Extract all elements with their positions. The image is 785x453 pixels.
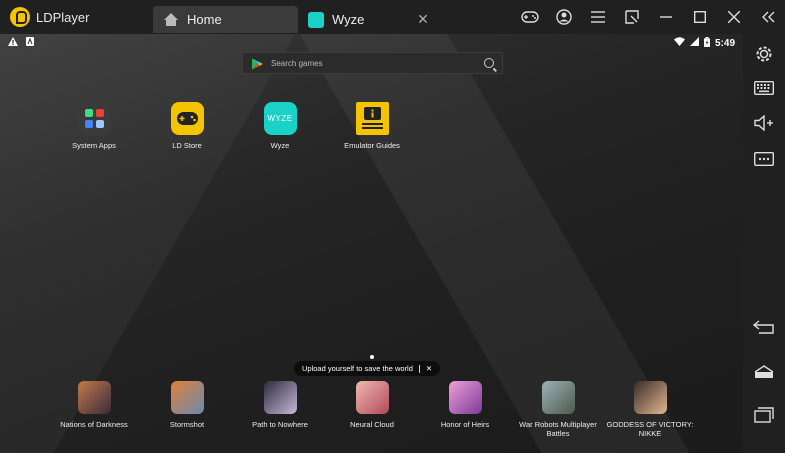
wifi-icon [673, 37, 685, 49]
search-input[interactable]: Search games [271, 59, 484, 68]
window-controls [513, 0, 785, 34]
google-play-icon [251, 57, 263, 70]
game-label: Stormshot [169, 420, 205, 429]
recents-icon[interactable] [751, 402, 777, 428]
close-icon[interactable] [717, 0, 751, 34]
right-sidebar [743, 34, 785, 453]
collapse-sidebar-icon[interactable] [751, 0, 785, 34]
search-icon[interactable] [484, 58, 494, 68]
game-path-to-nowhere[interactable]: Path to Nowhere [235, 381, 325, 429]
wyze-icon [308, 11, 324, 28]
emulator-guides-icon [355, 102, 389, 135]
app-label: System Apps [72, 141, 116, 150]
notification-icon [26, 37, 34, 49]
toast-close-icon[interactable]: ✕ [426, 364, 432, 373]
game-honor-of-heirs[interactable]: Honor of Heirs [420, 381, 510, 429]
ldplayer-window: LDPlayer Home Wyze ✕ 5:49 Search games S… [0, 0, 785, 453]
promo-toast[interactable]: Upload yourself to save the world ✕ [294, 361, 441, 376]
game-label: Path to Nowhere [252, 420, 308, 429]
game-neural-cloud[interactable]: Neural Cloud [327, 381, 417, 429]
tab-home[interactable]: Home [153, 6, 298, 33]
game-stormshot[interactable]: Stormshot [142, 381, 232, 429]
signal-icon [689, 37, 699, 49]
toast-divider [418, 364, 420, 373]
status-bar: 5:49 [0, 34, 743, 52]
game-icon [448, 381, 482, 414]
game-label: War Robots Multiplayer Battles [519, 420, 597, 438]
game-icon [170, 381, 204, 414]
tab-wyze[interactable]: Wyze ✕ [298, 6, 440, 33]
warning-icon [8, 37, 18, 49]
game-goddess-of-victory-nikke[interactable]: GODDESS OF VICTORY: NIKKE [605, 381, 695, 438]
back-icon[interactable] [751, 314, 777, 340]
game-nations-of-darkness[interactable]: Nations of Darkness [49, 381, 139, 429]
game-label: GODDESS OF VICTORY: NIKKE [606, 420, 694, 438]
maximize-icon[interactable] [683, 0, 717, 34]
system-apps-icon [77, 102, 111, 135]
status-right: 5:49 [673, 36, 735, 50]
app-brand: LDPlayer [0, 0, 153, 34]
tab-close-icon[interactable]: ✕ [416, 11, 430, 28]
game-war-robots[interactable]: War Robots Multiplayer Battles [513, 381, 603, 438]
home-nav-icon[interactable] [751, 359, 777, 385]
game-icon [541, 381, 575, 414]
game-label: Nations of Darkness [60, 420, 128, 429]
wyze-app-icon: WYZE [263, 102, 297, 135]
app-emulator-guides[interactable]: Emulator Guides [327, 102, 417, 150]
ldplayer-logo-icon [10, 7, 30, 27]
game-icon [77, 381, 111, 414]
app-label: Wyze [270, 141, 290, 150]
ld-store-icon [170, 102, 204, 135]
game-label: Neural Cloud [350, 420, 394, 429]
screen-record-icon[interactable] [615, 0, 649, 34]
menu-icon[interactable] [581, 0, 615, 34]
game-icon [355, 381, 389, 414]
tab-home-label: Home [187, 12, 222, 27]
minimize-icon[interactable] [649, 0, 683, 34]
search-bar[interactable]: Search games [242, 52, 503, 74]
android-screen: 5:49 Search games System Apps LD Store W… [0, 34, 743, 453]
app-ld-store[interactable]: LD Store [142, 102, 232, 150]
account-icon[interactable] [547, 0, 581, 34]
settings-icon[interactable] [751, 41, 777, 67]
app-label: LD Store [172, 141, 202, 150]
game-icon [263, 381, 297, 414]
game-label: Honor of Heirs [440, 420, 490, 429]
app-system-apps[interactable]: System Apps [49, 102, 139, 150]
battery-icon [703, 36, 710, 50]
tab-wyze-label: Wyze [332, 12, 365, 27]
volume-up-icon[interactable] [751, 110, 777, 136]
home-icon [163, 12, 179, 27]
toast-text: Upload yourself to save the world [302, 364, 413, 373]
title-bar: LDPlayer Home Wyze ✕ [0, 0, 785, 34]
app-name: LDPlayer [36, 9, 90, 25]
game-icon [633, 381, 667, 414]
page-indicator [370, 355, 374, 359]
keyboard-icon[interactable] [751, 75, 777, 101]
gamepad-icon[interactable] [513, 0, 547, 34]
status-time: 5:49 [714, 37, 735, 49]
more-icon[interactable] [751, 146, 777, 172]
app-wyze[interactable]: WYZE Wyze [235, 102, 325, 150]
app-label: Emulator Guides [344, 141, 400, 150]
